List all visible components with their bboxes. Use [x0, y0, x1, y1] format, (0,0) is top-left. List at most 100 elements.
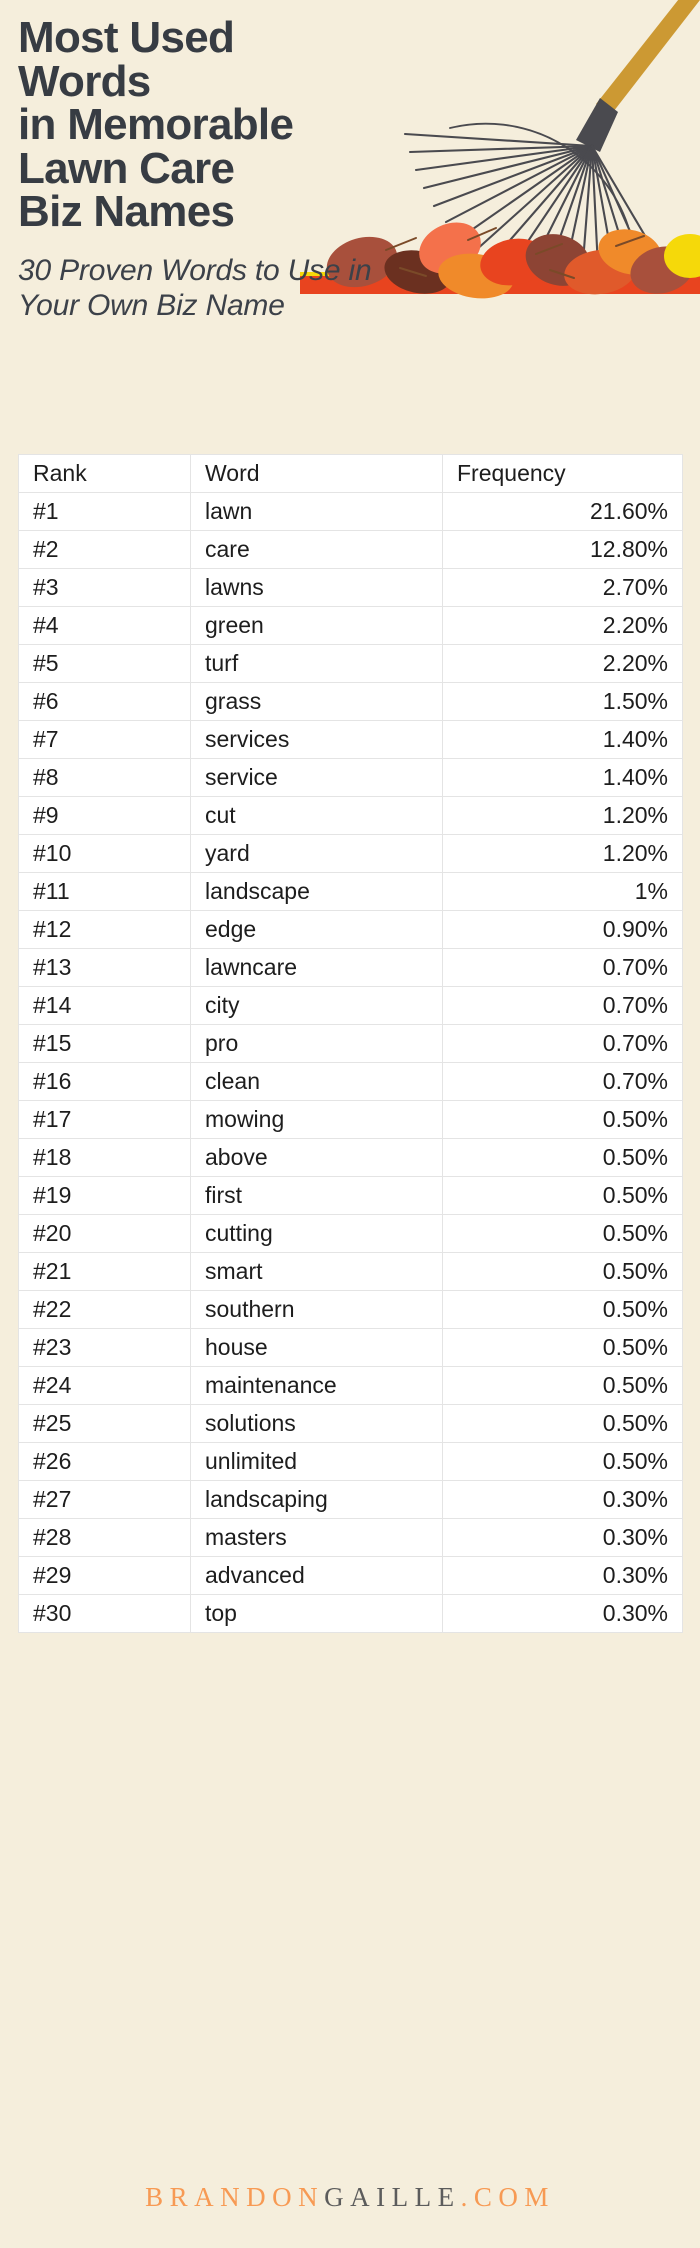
cell-rank: #21 — [18, 1252, 191, 1291]
cell-word: cut — [190, 796, 443, 835]
cell-rank: #18 — [18, 1138, 191, 1177]
cell-word: first — [190, 1176, 443, 1215]
column-header-rank: Rank — [18, 454, 191, 493]
cell-word: clean — [190, 1062, 443, 1101]
table-row: #12 edge 0.90% — [18, 910, 683, 949]
cell-frequency: 2.70% — [442, 568, 683, 607]
footer: BRANDONGAILLE.COM — [0, 2182, 700, 2213]
cell-frequency: 1.40% — [442, 758, 683, 797]
brand-logo[interactable]: BRANDONGAILLE.COM — [0, 2182, 700, 2213]
table-row: #17 mowing 0.50% — [18, 1100, 683, 1139]
table-row: #23 house 0.50% — [18, 1328, 683, 1367]
cell-frequency: 0.70% — [442, 1024, 683, 1063]
cell-frequency: 0.30% — [442, 1518, 683, 1557]
table-row: #4 green 2.20% — [18, 606, 683, 645]
cell-frequency: 0.30% — [442, 1556, 683, 1595]
cell-frequency: 0.50% — [442, 1214, 683, 1253]
header: Most Used Words in Memorable Lawn Care B… — [0, 0, 700, 323]
table-header: Rank Word Frequency — [18, 454, 683, 493]
cell-word: masters — [190, 1518, 443, 1557]
cell-word: cutting — [190, 1214, 443, 1253]
cell-word: services — [190, 720, 443, 759]
cell-rank: #27 — [18, 1480, 191, 1519]
cell-frequency: 0.70% — [442, 1062, 683, 1101]
table-row: #7 services 1.40% — [18, 720, 683, 759]
cell-frequency: 1.20% — [442, 796, 683, 835]
cell-frequency: 2.20% — [442, 606, 683, 645]
cell-frequency: 0.70% — [442, 948, 683, 987]
cell-word: solutions — [190, 1404, 443, 1443]
cell-rank: #7 — [18, 720, 191, 759]
cell-rank: #16 — [18, 1062, 191, 1101]
cell-word: city — [190, 986, 443, 1025]
cell-word: lawncare — [190, 948, 443, 987]
cell-word: top — [190, 1594, 443, 1633]
cell-word: smart — [190, 1252, 443, 1291]
cell-rank: #22 — [18, 1290, 191, 1329]
cell-frequency: 0.50% — [442, 1366, 683, 1405]
cell-word: edge — [190, 910, 443, 949]
cell-frequency: 1.40% — [442, 720, 683, 759]
cell-frequency: 0.50% — [442, 1404, 683, 1443]
column-header-frequency: Frequency — [442, 454, 683, 493]
table-row: #20 cutting 0.50% — [18, 1214, 683, 1253]
table-row: #25 solutions 0.50% — [18, 1404, 683, 1443]
cell-frequency: 0.70% — [442, 986, 683, 1025]
cell-rank: #10 — [18, 834, 191, 873]
cell-word: care — [190, 530, 443, 569]
table-row: #14 city 0.70% — [18, 986, 683, 1025]
cell-rank: #28 — [18, 1518, 191, 1557]
cell-word: green — [190, 606, 443, 645]
cell-rank: #26 — [18, 1442, 191, 1481]
cell-rank: #19 — [18, 1176, 191, 1215]
cell-word: landscaping — [190, 1480, 443, 1519]
cell-rank: #5 — [18, 644, 191, 683]
table-header-row: Rank Word Frequency — [18, 454, 683, 493]
cell-frequency: 0.90% — [442, 910, 683, 949]
cell-word: turf — [190, 644, 443, 683]
cell-rank: #13 — [18, 948, 191, 987]
column-header-word: Word — [190, 454, 443, 493]
cell-rank: #1 — [18, 492, 191, 531]
cell-frequency: 2.20% — [442, 644, 683, 683]
table-row: #29 advanced 0.30% — [18, 1556, 683, 1595]
cell-rank: #20 — [18, 1214, 191, 1253]
cell-word: landscape — [190, 872, 443, 911]
cell-rank: #14 — [18, 986, 191, 1025]
cell-rank: #3 — [18, 568, 191, 607]
cell-frequency: 0.50% — [442, 1138, 683, 1177]
table-row: #10 yard 1.20% — [18, 834, 683, 873]
cell-word: yard — [190, 834, 443, 873]
cell-frequency: 0.50% — [442, 1252, 683, 1291]
cell-frequency: 0.30% — [442, 1480, 683, 1519]
table-row: #22 southern 0.50% — [18, 1290, 683, 1329]
cell-rank: #2 — [18, 530, 191, 569]
cell-rank: #17 — [18, 1100, 191, 1139]
cell-rank: #15 — [18, 1024, 191, 1063]
cell-frequency: 1.50% — [442, 682, 683, 721]
table-row: #8 service 1.40% — [18, 758, 683, 797]
cell-word: southern — [190, 1290, 443, 1329]
table-row: #28 masters 0.30% — [18, 1518, 683, 1557]
brand-part-dotcom: .COM — [460, 2182, 555, 2212]
word-frequency-table: Rank Word Frequency #1 lawn 21.60% #2 care 12… — [18, 454, 683, 1633]
table-row: #24 maintenance 0.50% — [18, 1366, 683, 1405]
cell-word: lawn — [190, 492, 443, 531]
cell-frequency: 0.50% — [442, 1442, 683, 1481]
table-row: #5 turf 2.20% — [18, 644, 683, 683]
table-row: #27 landscaping 0.30% — [18, 1480, 683, 1519]
table-row: #21 smart 0.50% — [18, 1252, 683, 1291]
brand-part-brandon: BRANDON — [145, 2182, 325, 2212]
table-row: #16 clean 0.70% — [18, 1062, 683, 1101]
table-row: #26 unlimited 0.50% — [18, 1442, 683, 1481]
cell-rank: #12 — [18, 910, 191, 949]
cell-frequency: 12.80% — [442, 530, 683, 569]
cell-word: grass — [190, 682, 443, 721]
cell-rank: #9 — [18, 796, 191, 835]
cell-frequency: 1.20% — [442, 834, 683, 873]
cell-word: mowing — [190, 1100, 443, 1139]
table-row: #15 pro 0.70% — [18, 1024, 683, 1063]
cell-rank: #25 — [18, 1404, 191, 1443]
cell-frequency: 0.50% — [442, 1290, 683, 1329]
cell-word: maintenance — [190, 1366, 443, 1405]
